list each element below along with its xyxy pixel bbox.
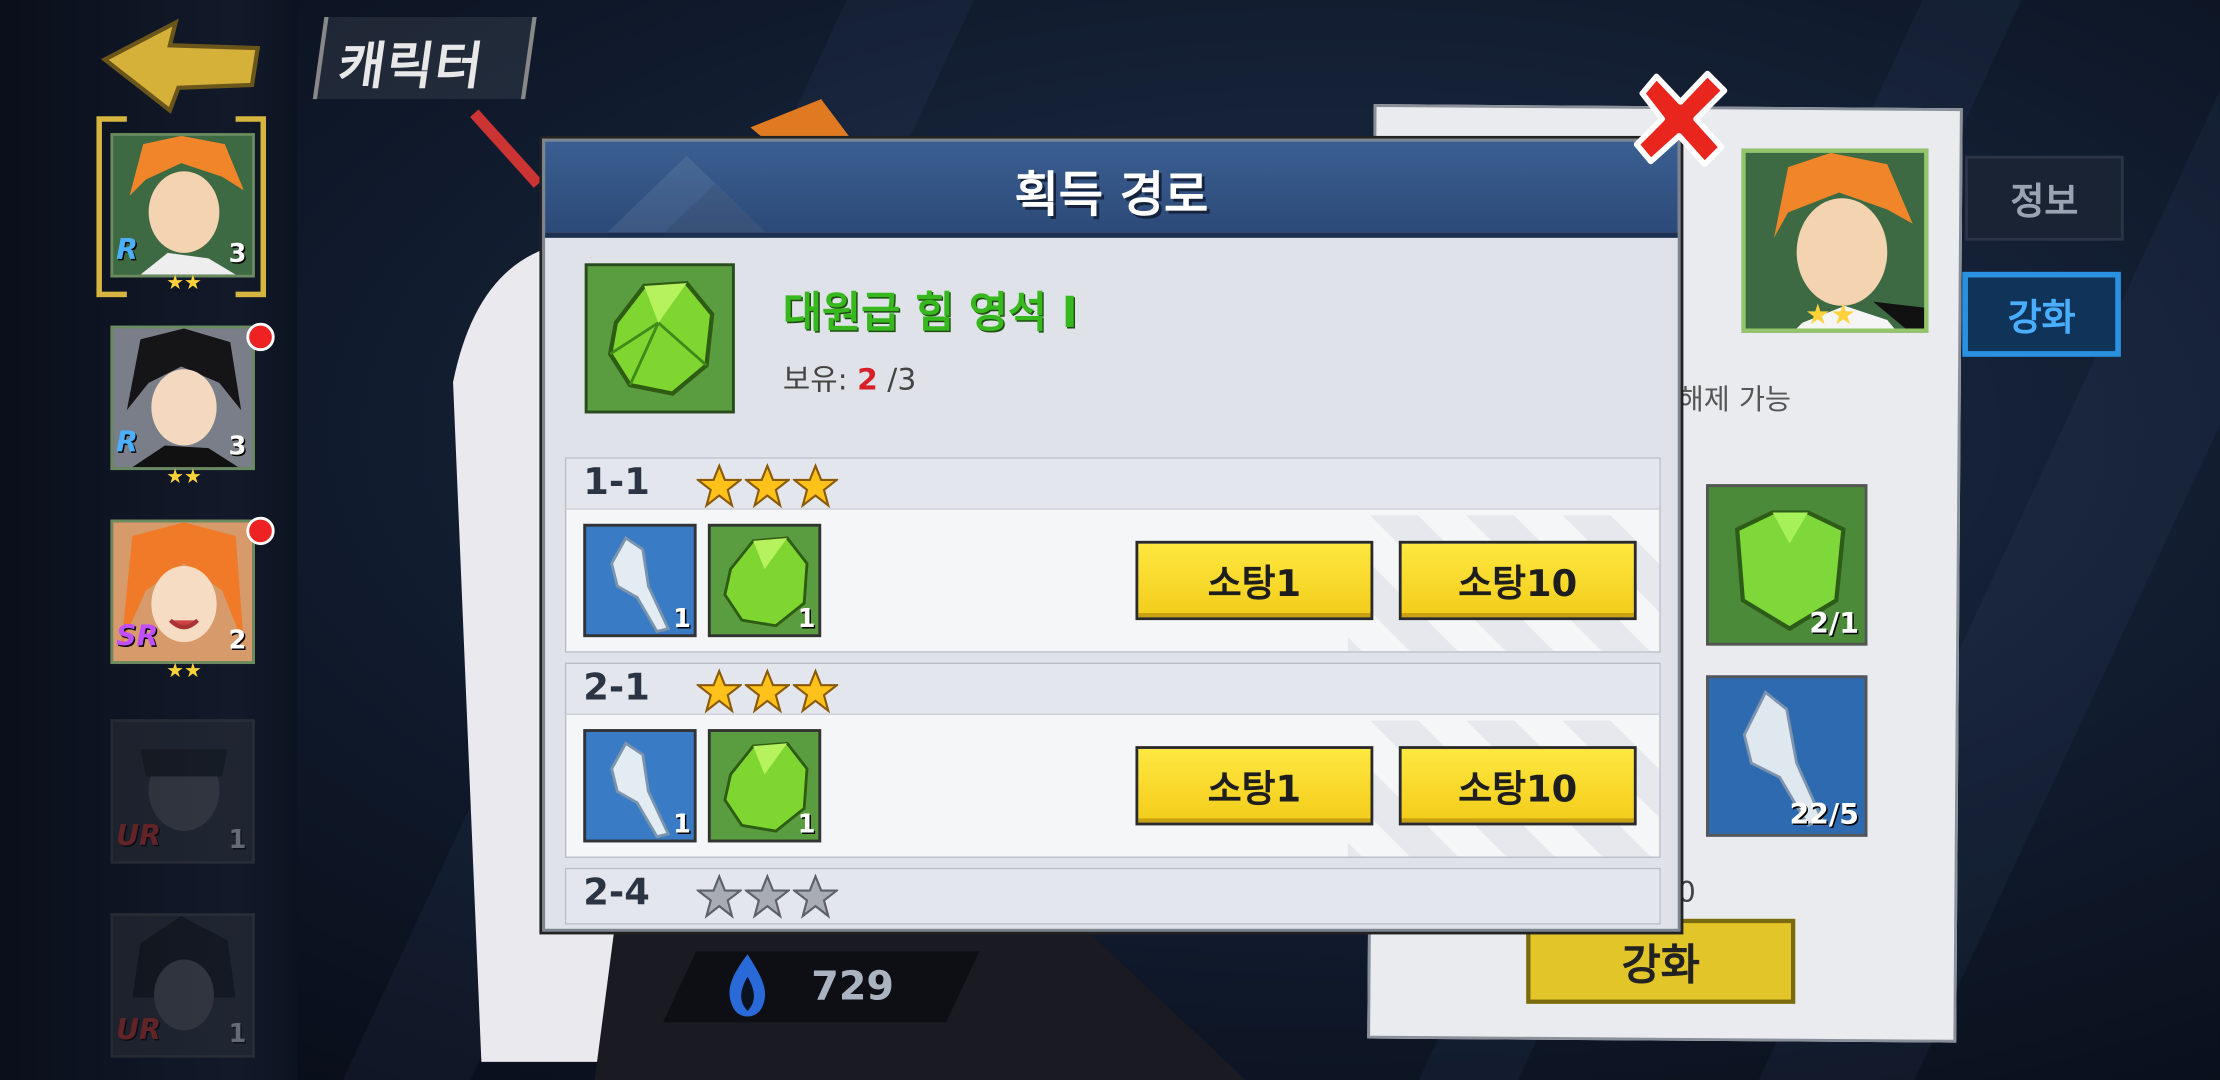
level-label: 3 [228, 431, 247, 462]
alert-dot [246, 516, 275, 546]
material-count: 22/5 [1789, 797, 1859, 832]
sweep-10-button[interactable]: 소탕10 [1398, 746, 1637, 826]
stage-row[interactable]: 2-4 [564, 867, 1661, 925]
acquisition-route-dialog: 획득 경로 대원급 힘 영석 Ⅰ 보유: 2 /3 1-1 1 1 소탕1 소탕… [542, 138, 1681, 932]
stage-header: 2-4 [566, 869, 1660, 924]
star-icon [696, 462, 742, 509]
rarity-label: SR [116, 618, 159, 653]
level-label: 1 [228, 825, 247, 856]
item-name: 대원급 힘 영석 Ⅰ [782, 288, 1078, 339]
slot-stars: ★★ [166, 465, 202, 489]
reward-item[interactable]: 1 [707, 729, 822, 843]
rarity-label: R [116, 424, 138, 459]
material-count: 2/1 [1809, 605, 1859, 640]
rarity-label: UR [116, 1012, 161, 1047]
dialog-header: 획득 경로 [545, 141, 1678, 238]
character-slot[interactable]: R 3 [110, 133, 255, 278]
stage-label: 2-4 [583, 872, 650, 915]
power-value: 729 [811, 962, 895, 1010]
stage-row: 1-1 1 1 소탕1 소탕10 [564, 457, 1661, 653]
level-label: 1 [228, 1019, 247, 1050]
reward-count: 1 [673, 604, 691, 635]
rarity-label: R [116, 232, 138, 267]
reward-item[interactable]: 1 [583, 729, 697, 843]
stage-row: 2-1 1 1 소탕1 소탕10 [564, 662, 1661, 858]
character-slot-locked[interactable]: UR 1 [110, 719, 255, 864]
rarity-label: UR [116, 818, 161, 853]
character-slot[interactable]: R 3 [110, 325, 255, 471]
stage-label: 1-1 [583, 461, 650, 505]
star-icon [744, 462, 791, 509]
item-icon-box [584, 263, 735, 414]
reward-item[interactable]: 1 [707, 523, 822, 638]
reward-item[interactable]: 1 [583, 523, 697, 638]
empty-star-icon [744, 873, 791, 919]
owned-count: 보유: 2 /3 [783, 357, 916, 399]
slot-stars: ★★ [166, 271, 202, 295]
material-card-figure[interactable]: 22/5 [1706, 675, 1868, 837]
level-label: 3 [228, 239, 247, 270]
sweep-10-button[interactable]: 소탕10 [1398, 540, 1637, 621]
screen-title: 캐릭터 [312, 16, 537, 100]
material-card-crystal[interactable]: 2/1 [1706, 484, 1868, 646]
owned-total: /3 [887, 362, 917, 397]
star-icon [744, 668, 791, 714]
alert-dot [246, 322, 275, 352]
owned-label: 보유: [782, 362, 848, 397]
sweep-1-button[interactable]: 소탕1 [1135, 540, 1374, 621]
stage-label: 2-1 [583, 666, 650, 710]
back-arrow-icon[interactable] [99, 17, 266, 116]
unlock-text: 해제 가능 [1677, 382, 1791, 417]
slot-stars: ★★ [166, 659, 202, 683]
tab-info[interactable]: 정보 [1965, 155, 2124, 241]
stage-stars [696, 668, 841, 719]
reward-count: 1 [797, 809, 816, 840]
character-slot[interactable]: SR 2 [110, 519, 255, 665]
owned-current: 2 [857, 362, 878, 397]
sweep-1-button[interactable]: 소탕1 [1135, 746, 1374, 826]
game-screen: 729 ★★ 정보 강화 해제 가능 2/1 22/5 0 강화 캐릭터 R 3… [0, 0, 2220, 1080]
empty-star-icon [696, 873, 742, 919]
character-slot-locked[interactable]: UR 1 [110, 913, 255, 1058]
level-label: 2 [228, 625, 247, 656]
stage-stars [696, 462, 841, 514]
empty-star-icon [792, 873, 839, 919]
star-icon [696, 668, 742, 714]
flame-icon [729, 954, 766, 1017]
selected-character-portrait: ★★ [1741, 148, 1929, 333]
green-crystal-icon [607, 280, 715, 396]
star-icon [792, 668, 839, 714]
star-icon [792, 462, 839, 509]
stage-header: 2-1 [566, 664, 1660, 715]
stage-header: 1-1 [566, 458, 1660, 510]
reward-count: 1 [797, 604, 816, 635]
reward-count: 1 [673, 809, 691, 840]
close-icon[interactable] [1631, 68, 1730, 170]
dialog-title: 획득 경로 [1014, 167, 1209, 224]
stage-stars [696, 873, 841, 924]
portrait-stars: ★★ [1805, 297, 1856, 332]
tab-upgrade[interactable]: 강화 [1962, 271, 2121, 357]
